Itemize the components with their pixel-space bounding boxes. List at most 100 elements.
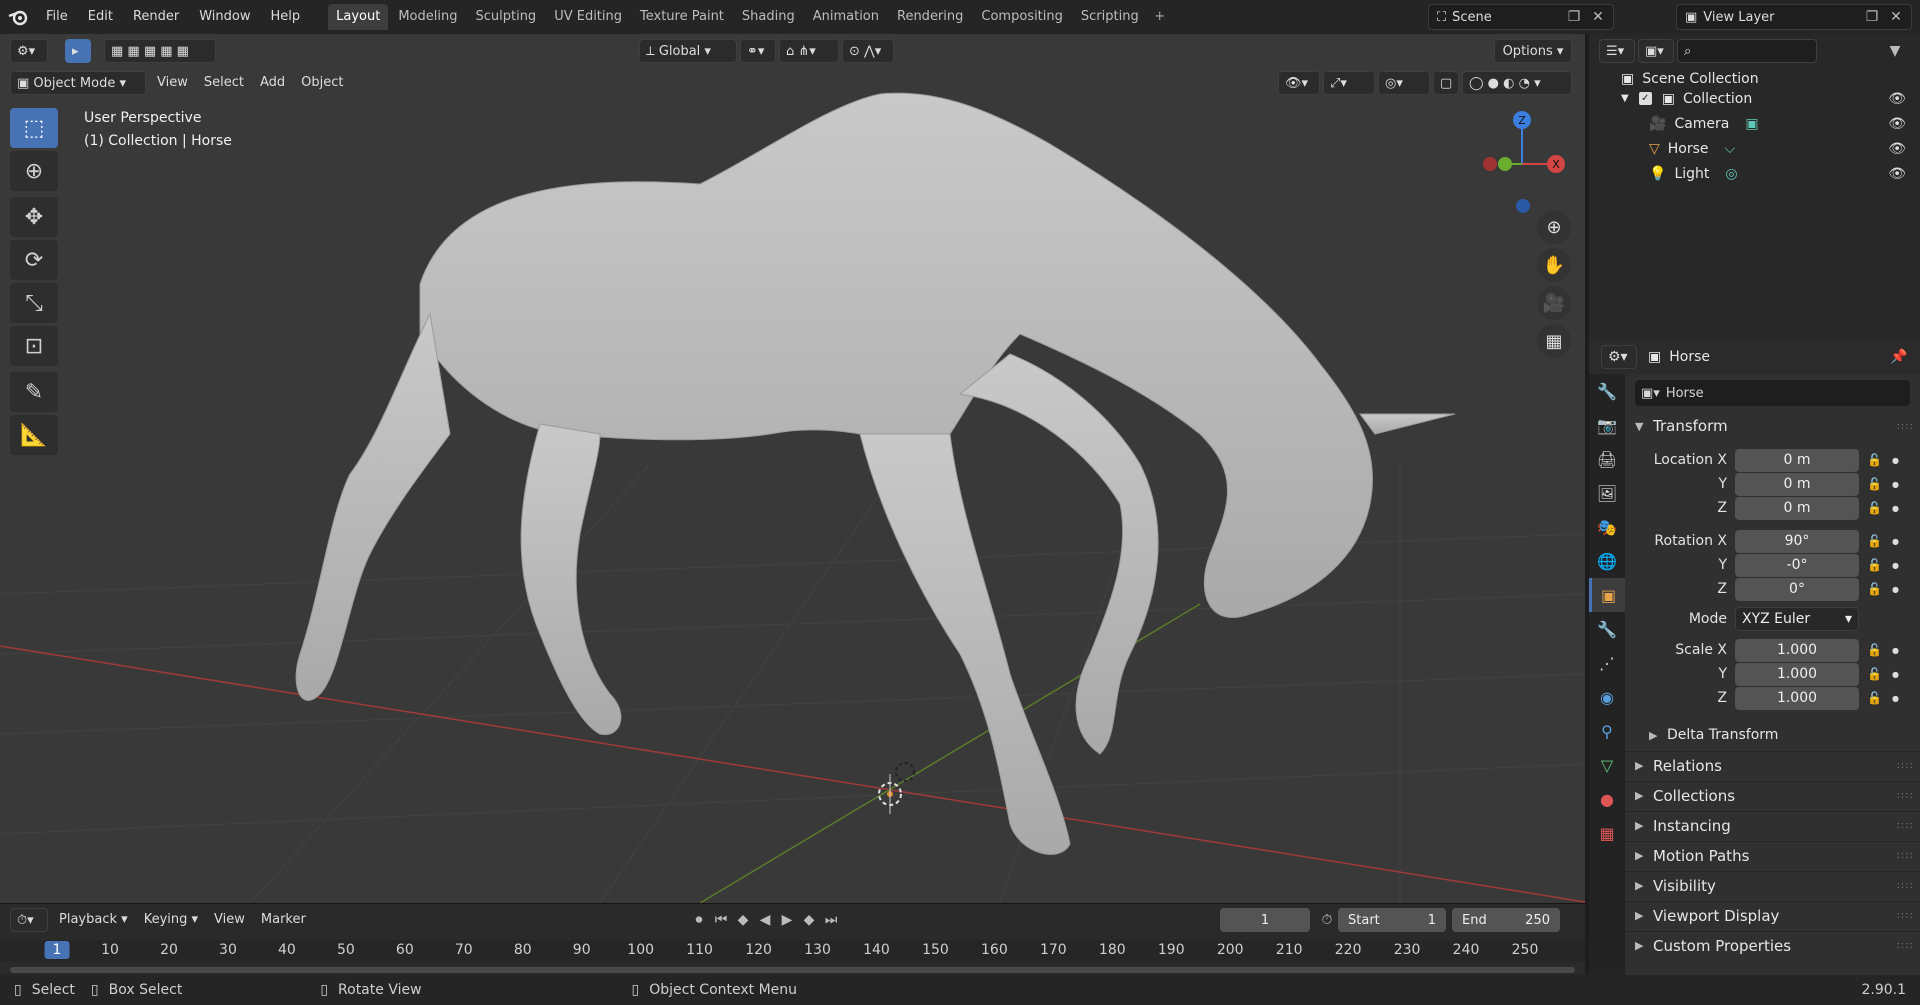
lock-icon[interactable]: 🔓 bbox=[1867, 643, 1882, 657]
pivot-dropdown[interactable]: ⚭▾ bbox=[740, 39, 776, 63]
transform-tool[interactable]: ⊡ bbox=[10, 326, 58, 366]
select-box-tool[interactable]: ⬚ bbox=[10, 108, 58, 148]
add-workspace-button[interactable]: + bbox=[1149, 4, 1171, 30]
outliner-collection[interactable]: ▼ ✓ ▣ Collection 👁 bbox=[1621, 86, 1920, 111]
next-keyframe-icon[interactable]: ◆ bbox=[798, 909, 820, 931]
new-view-layer-icon[interactable]: ❐ bbox=[1861, 6, 1883, 28]
outliner-editor-type[interactable]: ☰▾ bbox=[1599, 39, 1635, 63]
display-mode-dropdown[interactable]: ▣▾ bbox=[1638, 39, 1674, 63]
lock-icon[interactable]: 🔓 bbox=[1867, 453, 1882, 467]
current-frame-field[interactable]: 1 bbox=[1220, 908, 1310, 932]
outliner-item-horse[interactable]: ▽ Horse ⌵ 👁 bbox=[1649, 136, 1920, 161]
close-view-layer-icon[interactable]: ✕ bbox=[1885, 6, 1907, 28]
proportional-edit-toggle[interactable]: ⊙ ⋀▾ bbox=[842, 39, 894, 63]
instancing-panel-header[interactable]: ▶ Instancing :::: bbox=[1625, 811, 1920, 839]
tab-uv-editing[interactable]: UV Editing bbox=[546, 4, 630, 30]
record-icon[interactable]: ⏺ bbox=[688, 909, 710, 931]
outliner-item-light[interactable]: 💡 Light ◎ 👁 bbox=[1649, 161, 1920, 186]
object-tab-icon[interactable]: ▣ bbox=[1589, 578, 1625, 612]
lock-icon[interactable]: 🔓 bbox=[1867, 477, 1882, 491]
keyframe-dot-icon[interactable]: ● bbox=[1892, 456, 1899, 465]
options-dropdown[interactable]: Options ▾ bbox=[1494, 39, 1572, 63]
gizmo-toggle[interactable]: ⤢▾ bbox=[1323, 71, 1375, 95]
scene-tab-icon[interactable]: 🎭 bbox=[1589, 510, 1625, 544]
drag-handle-icon[interactable]: :::: bbox=[1897, 880, 1914, 891]
timeline-menu-playback[interactable]: Playback ▾ bbox=[51, 908, 136, 932]
timeline-menu-view[interactable]: View bbox=[206, 908, 253, 932]
navigation-gizmo[interactable]: Z X bbox=[1475, 106, 1575, 216]
drag-handle-icon[interactable]: :::: bbox=[1897, 760, 1914, 771]
mode-dropdown[interactable]: ▣ Object Mode ▾ bbox=[10, 71, 146, 95]
rotation-x-field[interactable]: 90° bbox=[1735, 529, 1859, 553]
scale-tool[interactable]: ⤡ bbox=[10, 283, 58, 323]
prev-keyframe-icon[interactable]: ◆ bbox=[732, 909, 754, 931]
keyframe-dot-icon[interactable]: ● bbox=[1892, 646, 1899, 655]
keyframe-dot-icon[interactable]: ● bbox=[1892, 670, 1899, 679]
lock-icon[interactable]: 🔓 bbox=[1867, 667, 1882, 681]
menu-window[interactable]: Window bbox=[189, 0, 260, 34]
timeline-menu-marker[interactable]: Marker bbox=[253, 908, 314, 932]
scale-x-field[interactable]: 1.000 bbox=[1735, 638, 1859, 662]
collections-panel-header[interactable]: ▶ Collections :::: bbox=[1625, 781, 1920, 809]
location-x-field[interactable]: 0 m bbox=[1735, 448, 1859, 472]
tab-shading[interactable]: Shading bbox=[734, 4, 803, 30]
move-tool[interactable]: ✥ bbox=[10, 197, 58, 237]
light-eye-icon[interactable]: 👁 bbox=[1888, 166, 1906, 182]
camera-eye-icon[interactable]: 👁 bbox=[1888, 116, 1906, 132]
tab-animation[interactable]: Animation bbox=[805, 4, 887, 30]
transform-panel-header[interactable]: ▼ Transform :::: bbox=[1625, 412, 1920, 440]
viewport-menu-add[interactable]: Add bbox=[252, 71, 293, 95]
timeline-menu-keying[interactable]: Keying ▾ bbox=[136, 908, 206, 932]
ortho-grid-icon[interactable]: ▦ bbox=[1537, 324, 1571, 358]
texture-tab-icon[interactable]: ▦ bbox=[1589, 816, 1625, 850]
pan-hand-icon[interactable]: ✋ bbox=[1537, 248, 1571, 282]
drag-handle-icon[interactable]: :::: bbox=[1897, 820, 1914, 831]
viewport-display-panel-header[interactable]: ▶ Viewport Display :::: bbox=[1625, 901, 1920, 929]
relations-panel-header[interactable]: ▶ Relations :::: bbox=[1625, 751, 1920, 779]
start-frame-field[interactable]: Start 1 bbox=[1338, 908, 1446, 932]
tab-sculpting[interactable]: Sculpting bbox=[467, 4, 544, 30]
constraints-tab-icon[interactable]: ⚲ bbox=[1589, 714, 1625, 748]
new-scene-icon[interactable]: ❐ bbox=[1563, 6, 1585, 28]
outliner-item-camera[interactable]: 🎥 Camera ▣ 👁 bbox=[1649, 111, 1920, 136]
current-frame-marker[interactable]: 1 bbox=[44, 941, 70, 959]
zoom-icon[interactable]: ⊕ bbox=[1537, 210, 1571, 244]
location-z-field[interactable]: 0 m bbox=[1735, 496, 1859, 520]
lock-icon[interactable]: 🔓 bbox=[1867, 558, 1882, 572]
horse-mesh[interactable] bbox=[295, 92, 1456, 855]
properties-editor-type[interactable]: ⚙▾ bbox=[1601, 345, 1637, 369]
menu-render[interactable]: Render bbox=[123, 0, 189, 34]
cursor-tool[interactable]: ⊕ bbox=[10, 151, 58, 191]
stopwatch-icon[interactable]: ⏱ bbox=[1316, 909, 1338, 931]
scale-z-field[interactable]: 1.000 bbox=[1735, 686, 1859, 710]
scale-y-field[interactable]: 1.000 bbox=[1735, 662, 1859, 686]
horse-eye-icon[interactable]: 👁 bbox=[1888, 141, 1906, 157]
data-tab-icon[interactable]: ▽ bbox=[1589, 748, 1625, 782]
keyframe-dot-icon[interactable]: ● bbox=[1892, 480, 1899, 489]
location-y-field[interactable]: 0 m bbox=[1735, 472, 1859, 496]
material-tab-icon[interactable]: ● bbox=[1589, 782, 1625, 816]
world-tab-icon[interactable]: 🌐 bbox=[1589, 544, 1625, 578]
orientation-dropdown[interactable]: ⟂ Global ▾ bbox=[639, 39, 737, 63]
close-scene-icon[interactable]: ✕ bbox=[1587, 6, 1609, 28]
3d-viewport[interactable]: ⚙▾ ▸ ▦ ▦ ▦ ▦ ▦ ⟂ Global ▾ ⚭▾ ⌂ ⋔▾ ⊙ ⋀▾ O… bbox=[0, 34, 1585, 903]
keyframe-dot-icon[interactable]: ● bbox=[1892, 504, 1899, 513]
physics-tab-icon[interactable]: ◉ bbox=[1589, 680, 1625, 714]
scene-selector[interactable]: ⛶ Scene ❐ ✕ bbox=[1428, 4, 1614, 30]
timeline-scrollbar[interactable] bbox=[10, 967, 1575, 973]
light-object[interactable] bbox=[895, 762, 915, 782]
menu-help[interactable]: Help bbox=[261, 0, 311, 34]
jump-end-icon[interactable]: ⏭ bbox=[820, 909, 842, 931]
measure-tool[interactable]: 📐 bbox=[10, 415, 58, 455]
rotation-z-field[interactable]: 0° bbox=[1735, 577, 1859, 601]
selection-mode-group[interactable]: ▦ ▦ ▦ ▦ ▦ bbox=[104, 39, 216, 63]
drag-handle-icon[interactable]: :::: bbox=[1897, 850, 1914, 861]
keyframe-dot-icon[interactable]: ● bbox=[1892, 694, 1899, 703]
viewport-menu-view[interactable]: View bbox=[149, 71, 196, 95]
jump-start-icon[interactable]: ⏮ bbox=[710, 909, 732, 931]
viewport-menu-select[interactable]: Select bbox=[196, 71, 252, 95]
outliner-search-input[interactable]: ⌕ bbox=[1677, 39, 1817, 63]
drag-handle-icon[interactable]: :::: bbox=[1897, 940, 1914, 951]
overlay-toggle[interactable]: ◎▾ bbox=[1378, 71, 1430, 95]
keyframe-dot-icon[interactable]: ● bbox=[1892, 561, 1899, 570]
